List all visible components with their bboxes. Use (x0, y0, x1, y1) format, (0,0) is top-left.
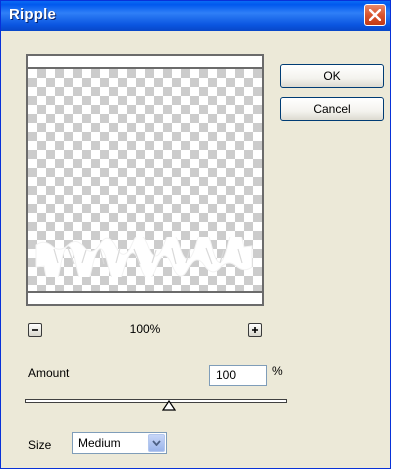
size-label: Size (28, 438, 52, 452)
filter-preview[interactable] (26, 54, 264, 306)
title-bar[interactable]: Ripple (1, 1, 390, 31)
amount-slider-track[interactable] (25, 399, 287, 403)
size-dropdown[interactable]: Medium (72, 432, 167, 454)
amount-slider-thumb[interactable] (162, 400, 176, 412)
close-button[interactable] (364, 4, 386, 26)
amount-unit-label: % (272, 364, 283, 378)
zoom-out-button[interactable] (28, 323, 42, 337)
ok-button[interactable]: OK (280, 64, 384, 88)
dialog-title: Ripple (9, 6, 57, 23)
plus-icon (252, 327, 258, 333)
zoom-level-display: 100% (129, 322, 161, 336)
size-selected-value: Medium (78, 436, 121, 450)
rippled-text-graphic (35, 237, 253, 277)
amount-label: Amount (28, 366, 70, 380)
amount-input[interactable]: 100 (209, 365, 267, 386)
zoom-in-button[interactable] (248, 323, 262, 337)
cancel-button[interactable]: Cancel (280, 97, 384, 121)
minus-icon (32, 329, 38, 331)
preview-canvas[interactable] (28, 67, 262, 293)
close-icon (369, 9, 381, 21)
ripple-dialog: Ripple OK Cancel 100% Amount 100 % Size … (0, 0, 391, 469)
dropdown-arrow-button[interactable] (148, 434, 165, 452)
chevron-down-icon (152, 440, 161, 446)
